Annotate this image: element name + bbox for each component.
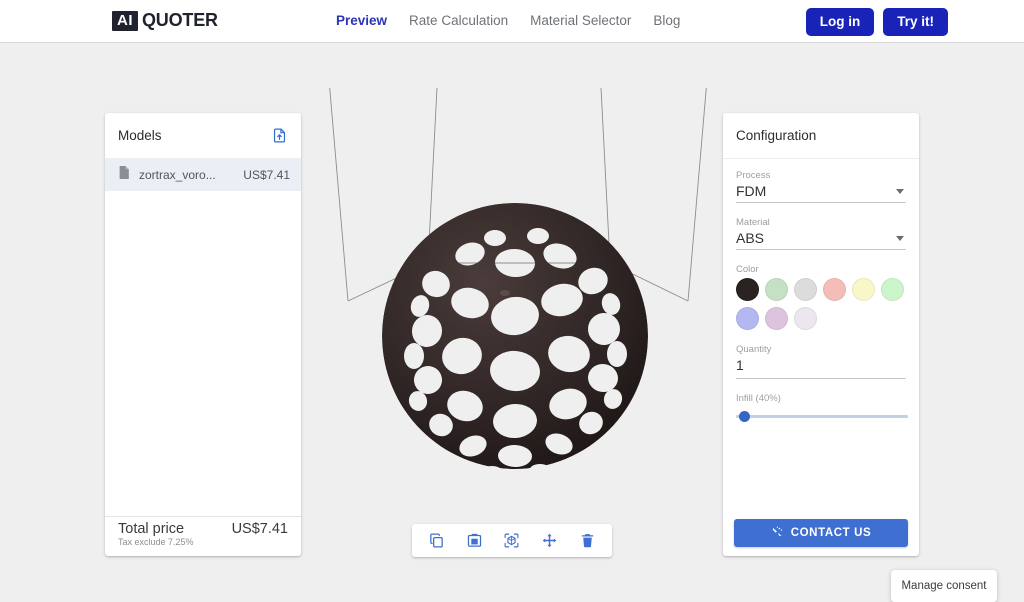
site-header: AI QUOTER Preview Rate Calculation Mater…	[0, 0, 1024, 43]
total-price-label: Total price	[118, 521, 185, 537]
nav-item-blog[interactable]: Blog	[653, 13, 680, 28]
duplicate-icon[interactable]	[426, 530, 447, 551]
color-field: Color	[736, 264, 906, 330]
center-view-icon[interactable]	[501, 530, 522, 551]
material-select[interactable]: ABS	[736, 230, 906, 250]
delete-icon[interactable]	[577, 530, 598, 551]
process-value: FDM	[736, 183, 767, 199]
try-it-button[interactable]: Try it!	[883, 8, 948, 36]
file-icon	[118, 165, 131, 185]
login-button[interactable]: Log in	[805, 8, 875, 36]
voronoi-sphere-model[interactable]	[382, 203, 648, 469]
infill-slider[interactable]	[736, 411, 908, 423]
total-price-footer: Total price Tax exclude 7.25% US$7.41	[105, 516, 301, 556]
quantity-label: Quantity	[736, 344, 772, 355]
configuration-form: Process FDM Material ABS Color Quantity	[723, 159, 919, 510]
configuration-panel-header: Configuration	[723, 113, 919, 159]
list-item[interactable]: zortrax_voro... US$7.41	[105, 159, 301, 191]
models-panel-header: Models	[105, 113, 301, 159]
main-nav: Preview Rate Calculation Material Select…	[336, 13, 680, 28]
color-swatch-0[interactable]	[736, 278, 759, 301]
chevron-down-icon	[896, 188, 904, 194]
configuration-panel-title: Configuration	[736, 128, 817, 143]
nav-item-material-selector[interactable]: Material Selector	[530, 13, 631, 28]
material-label: Material	[736, 217, 770, 228]
infill-label: Infill (40%)	[736, 393, 781, 404]
infill-slider-thumb[interactable]	[739, 411, 750, 422]
color-label: Color	[736, 264, 759, 275]
process-select[interactable]: FDM	[736, 183, 906, 203]
nav-item-preview[interactable]: Preview	[336, 13, 387, 28]
quantity-value: 1	[736, 357, 744, 373]
total-price-labels: Total price Tax exclude 7.25%	[118, 521, 194, 548]
tax-note: Tax exclude 7.25%	[118, 537, 194, 547]
manage-consent-label: Manage consent	[901, 580, 987, 592]
viewport-canvas[interactable]	[310, 88, 720, 508]
move-icon[interactable]	[539, 530, 560, 551]
paste-icon[interactable]	[464, 530, 485, 551]
color-swatch-grid	[736, 278, 908, 330]
viewport-toolbar	[412, 524, 612, 557]
material-field: Material ABS	[736, 217, 906, 250]
color-swatch-1[interactable]	[765, 278, 788, 301]
color-swatch-4[interactable]	[852, 278, 875, 301]
models-list: zortrax_voro... US$7.41	[105, 159, 301, 516]
color-swatch-5[interactable]	[881, 278, 904, 301]
quantity-field: Quantity 1	[736, 344, 906, 379]
quantity-input[interactable]: 1	[736, 357, 906, 379]
configuration-panel-footer: CONTACT US	[723, 510, 919, 556]
color-swatch-7[interactable]	[765, 307, 788, 330]
models-panel: Models zortrax_voro... US$7.41 Total pri…	[105, 113, 301, 556]
total-price-value: US$7.41	[231, 521, 288, 537]
color-swatch-3[interactable]	[823, 278, 846, 301]
contact-icon	[771, 525, 784, 541]
color-swatch-6[interactable]	[736, 307, 759, 330]
file-upload-icon[interactable]	[271, 127, 288, 144]
manage-consent-button[interactable]: Manage consent	[891, 570, 997, 602]
contact-us-label: CONTACT US	[790, 527, 872, 539]
app-stage: Models zortrax_voro... US$7.41 Total pri…	[0, 43, 1024, 602]
color-swatch-2[interactable]	[794, 278, 817, 301]
model-file-name: zortrax_voro...	[139, 168, 216, 182]
auth-actions: Log in Try it!	[805, 8, 948, 36]
contact-us-button[interactable]: CONTACT US	[734, 519, 908, 547]
logo-wordmark: QUOTER	[142, 10, 218, 30]
color-swatch-8[interactable]	[794, 307, 817, 330]
infill-field: Infill (40%)	[736, 393, 908, 423]
process-field: Process FDM	[736, 170, 906, 203]
model-viewport[interactable]	[310, 88, 720, 508]
chevron-down-icon	[896, 235, 904, 241]
process-label: Process	[736, 170, 771, 181]
logo-badge: AI	[112, 10, 138, 31]
material-value: ABS	[736, 230, 765, 246]
models-panel-title: Models	[118, 128, 162, 143]
nav-item-rate-calculation[interactable]: Rate Calculation	[409, 13, 508, 28]
configuration-panel: Configuration Process FDM Material ABS C…	[723, 113, 919, 556]
infill-slider-track	[736, 415, 908, 418]
logo[interactable]: AI QUOTER	[112, 10, 218, 31]
model-price: US$7.41	[243, 168, 290, 182]
